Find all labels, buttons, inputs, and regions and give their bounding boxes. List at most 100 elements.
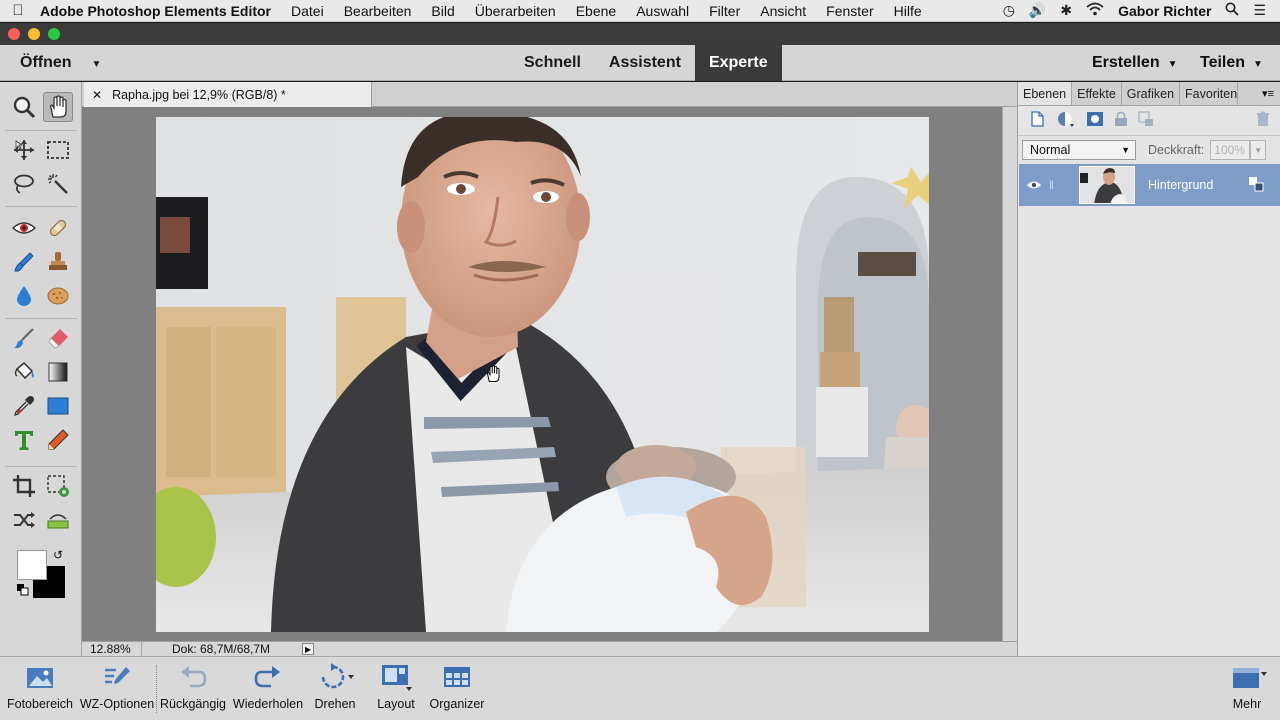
rotate-button[interactable]: Drehen — [308, 657, 362, 720]
menu-ebene[interactable]: Ebene — [566, 3, 626, 19]
create-button[interactable]: Erstellen ▼ — [1092, 45, 1178, 83]
gradient-tool[interactable] — [43, 357, 73, 387]
opacity-input[interactable]: 100% — [1210, 140, 1251, 160]
menu-filter[interactable]: Filter — [699, 3, 750, 19]
canvas-area[interactable] — [82, 107, 1002, 641]
user-name[interactable]: Gabor Richter — [1118, 3, 1211, 19]
spotlight-search-icon[interactable] — [1225, 2, 1240, 19]
swap-colors-icon[interactable]: ↺ — [53, 548, 63, 562]
status-menu-arrow-icon[interactable]: ▶ — [302, 643, 315, 655]
tab-grafiken[interactable]: Grafiken — [1122, 82, 1181, 105]
sponge-tool[interactable] — [43, 281, 73, 311]
straighten-tool[interactable] — [43, 505, 73, 535]
bluetooth-icon[interactable]: ✱ — [1060, 2, 1072, 19]
magic-wand-icon — [48, 174, 68, 194]
water-drop-icon — [17, 286, 31, 306]
adjustment-layer-icon[interactable] — [1056, 110, 1076, 131]
default-colors-icon[interactable] — [17, 584, 29, 596]
tab-effekte[interactable]: Effekte — [1072, 82, 1122, 105]
photo-bin-button[interactable]: Fotobereich — [4, 657, 76, 720]
move-tool[interactable] — [9, 135, 39, 165]
undo-icon — [178, 657, 208, 697]
menu-fenster[interactable]: Fenster — [816, 3, 883, 19]
pencil-tool[interactable] — [43, 425, 73, 455]
clone-stamp-tool[interactable] — [43, 247, 73, 277]
mode-experte[interactable]: Experte — [694, 45, 782, 81]
crop-tool[interactable] — [9, 471, 39, 501]
redo-button[interactable]: Wiederholen — [230, 657, 306, 720]
type-tool[interactable] — [9, 425, 39, 455]
layer-mask-icon[interactable] — [1086, 111, 1104, 130]
zoom-tool[interactable] — [9, 92, 39, 122]
share-button[interactable]: Teilen ▼ — [1200, 45, 1263, 83]
eraser-icon — [48, 329, 68, 349]
menu-hilfe[interactable]: Hilfe — [884, 3, 932, 19]
mode-assistent[interactable]: Assistent — [595, 45, 695, 81]
delete-layer-icon[interactable] — [1256, 111, 1270, 130]
minimize-window-button[interactable] — [28, 28, 40, 40]
rectangle-shape-icon — [47, 397, 69, 415]
foreground-color-swatch[interactable] — [17, 550, 47, 580]
lasso-tool[interactable] — [9, 169, 39, 199]
app-menu[interactable]: Adobe Photoshop Elements Editor — [36, 3, 281, 19]
zoom-value[interactable]: 12.88% — [82, 642, 142, 656]
wifi-icon[interactable] — [1086, 2, 1104, 19]
volume-icon[interactable]: 🔊 — [1029, 2, 1046, 19]
menu-extras: ◷ 🔊 ✱ Gabor Richter ☰ — [1003, 2, 1280, 19]
select-tools-group — [5, 130, 77, 194]
red-eye-tool[interactable] — [9, 213, 39, 243]
opacity-dropdown-icon[interactable]: ▼ — [1250, 140, 1267, 160]
recompose-tool[interactable] — [43, 471, 73, 501]
zoom-window-button[interactable] — [48, 28, 60, 40]
menu-ueberarbeiten[interactable]: Überarbeiten — [465, 3, 566, 19]
apple-icon[interactable]:  — [0, 2, 36, 19]
blend-mode-select[interactable]: Normal ▼ — [1022, 140, 1136, 160]
menu-datei[interactable]: Datei — [281, 3, 334, 19]
lock-transparency-icon[interactable] — [1138, 111, 1154, 130]
menu-bild[interactable]: Bild — [421, 3, 464, 19]
layer-name[interactable]: Hintergrund — [1148, 178, 1213, 192]
close-document-icon[interactable]: ✕ — [92, 88, 102, 102]
document-tab[interactable]: ✕ Rapha.jpg bei 12,9% (RGB/8) * — [84, 82, 372, 107]
shape-tool[interactable] — [43, 391, 73, 421]
vertical-scrollbar[interactable] — [1002, 107, 1017, 641]
quick-selection-tool[interactable] — [43, 169, 73, 199]
rectangular-marquee-tool[interactable] — [43, 135, 73, 165]
smart-brush-tool[interactable] — [9, 247, 39, 277]
tab-ebenen[interactable]: Ebenen — [1018, 82, 1073, 105]
blur-tool[interactable] — [9, 281, 39, 311]
mode-schnell[interactable]: Schnell — [510, 45, 595, 81]
brush-tool[interactable] — [9, 323, 39, 353]
tool-options-button[interactable]: WZ-Optionen — [78, 657, 156, 720]
lock-all-icon[interactable] — [1114, 111, 1128, 130]
content-aware-move-tool[interactable] — [9, 505, 39, 535]
organizer-button[interactable]: Organizer — [426, 657, 488, 720]
open-button[interactable]: Öffnen ▼ — [20, 45, 101, 81]
menu-ansicht[interactable]: Ansicht — [750, 3, 816, 19]
more-button[interactable]: Mehr — [1220, 657, 1274, 720]
status-bar: 12.88% Dok: 68,7M/68,7M ▶ — [82, 641, 1017, 656]
menu-bearbeiten[interactable]: Bearbeiten — [334, 3, 422, 19]
tab-favoriten[interactable]: Favoriten — [1180, 82, 1239, 105]
layer-row-hintergrund[interactable]: ‖ Hintergrund — [1019, 164, 1280, 206]
link-icon[interactable]: ‖ — [1049, 178, 1063, 192]
close-window-button[interactable] — [8, 28, 20, 40]
task-bar: Fotobereich WZ-Optionen Rückgängig Wiede… — [0, 656, 1280, 720]
eyedropper-tool[interactable] — [9, 391, 39, 421]
recompose-icon — [47, 475, 69, 497]
photo-bin-icon — [25, 657, 55, 697]
notification-center-icon[interactable]: ☰ — [1253, 2, 1266, 19]
visibility-eye-icon[interactable] — [1019, 178, 1049, 193]
panel-menu-icon[interactable]: ▾≡ — [1262, 82, 1280, 105]
time-machine-icon[interactable]: ◷ — [1003, 2, 1015, 19]
hand-tool[interactable] — [43, 92, 73, 122]
window-title-bar — [0, 23, 1280, 45]
undo-button[interactable]: Rückgängig — [158, 657, 228, 720]
new-layer-icon[interactable] — [1028, 110, 1046, 131]
photo-canvas[interactable] — [156, 117, 929, 632]
menu-auswahl[interactable]: Auswahl — [626, 3, 699, 19]
layout-button[interactable]: Layout — [370, 657, 422, 720]
paint-bucket-tool[interactable] — [9, 357, 39, 387]
eraser-tool[interactable] — [43, 323, 73, 353]
healing-brush-tool[interactable] — [43, 213, 73, 243]
